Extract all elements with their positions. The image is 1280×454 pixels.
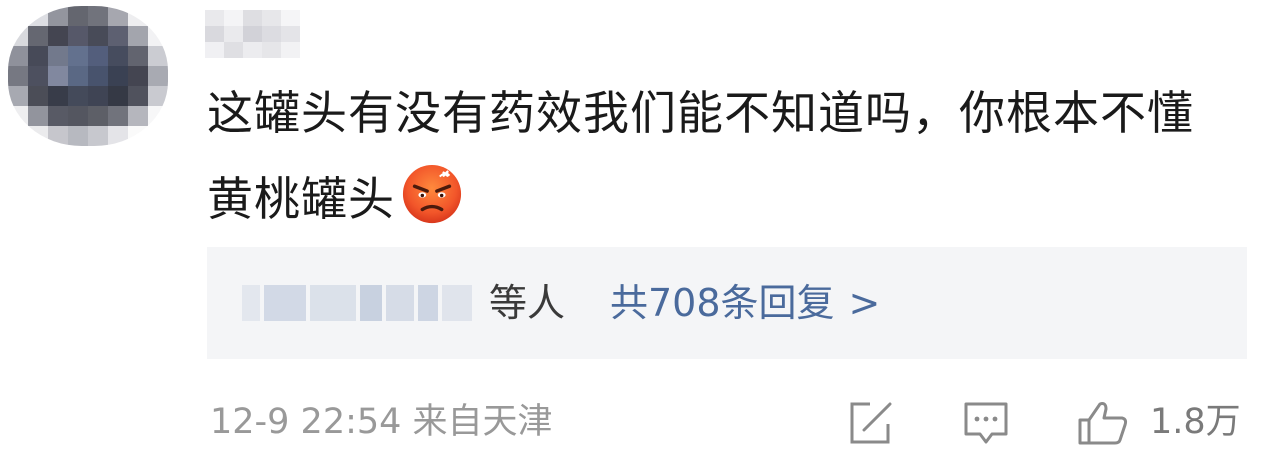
comment-body: 这罐头有没有药效我们能不知道吗，你根本不懂黄桃罐头 (207, 86, 1194, 226)
reply-preview[interactable]: 等人 共708条回复 > (207, 247, 1247, 359)
reply-suffix: 等人 (489, 281, 566, 325)
chevron-right-icon: > (848, 281, 881, 325)
comment-text: 这罐头有没有药效我们能不知道吗，你根本不懂黄桃罐头 (207, 70, 1217, 242)
timestamp: 12-9 22:54 来自天津 (210, 402, 553, 442)
share-icon[interactable] (846, 400, 894, 446)
username[interactable] (205, 10, 300, 58)
comment-icon[interactable] (962, 400, 1010, 446)
thumbs-up-icon[interactable] (1076, 400, 1130, 446)
avatar[interactable] (8, 6, 168, 146)
comment-card: 这罐头有没有药效我们能不知道吗，你根本不懂黄桃罐头 等人 共708条回复 > 1… (0, 0, 1280, 454)
view-replies-link[interactable]: 共708条回复 > (610, 275, 880, 331)
reply-count-label: 共708条回复 (610, 281, 835, 325)
comment-footer: 12-9 22:54 来自天津 1.8万 (210, 398, 1260, 448)
reply-usernames (242, 277, 482, 329)
like-count: 1.8万 (1150, 402, 1241, 442)
angry-face-emoji (402, 164, 462, 224)
